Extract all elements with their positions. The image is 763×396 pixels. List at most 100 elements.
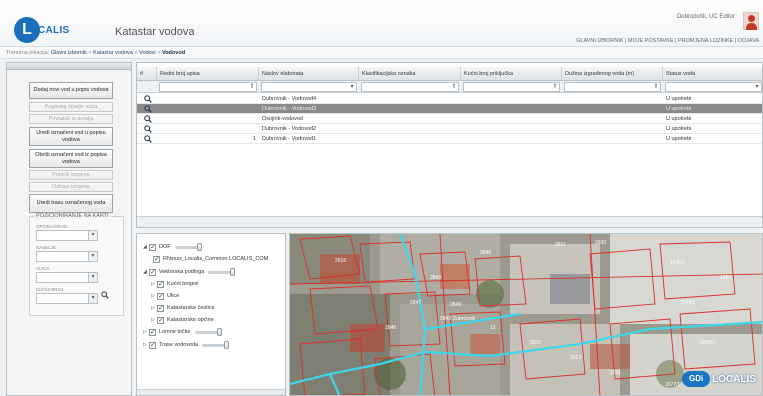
magnifier-icon[interactable] <box>144 115 152 123</box>
layer-checkbox[interactable] <box>157 304 164 314</box>
street-combo[interactable]: ▾ <box>36 272 98 283</box>
magnifier-icon[interactable] <box>144 125 152 133</box>
chevron-down-icon[interactable]: ▾ <box>88 252 97 261</box>
chevron-down-icon[interactable]: ▾ <box>88 231 97 240</box>
layer-checkbox[interactable] <box>149 243 156 253</box>
magnifier-icon[interactable] <box>144 95 152 103</box>
edit-selected-line-button[interactable]: Uredi označeni vod u popisu vodova <box>29 127 113 146</box>
filter-status[interactable]: ▾ <box>665 82 762 92</box>
slider-handle[interactable] <box>196 242 202 251</box>
slider-handle[interactable] <box>230 267 236 276</box>
localis-logo[interactable]: L CALIS <box>14 17 74 43</box>
breadcrumb-item-katastar[interactable]: Katastar vodova <box>93 50 133 56</box>
filter-icon[interactable]: ⇑ <box>551 83 559 91</box>
view-details-button[interactable]: Pogledaj detalje voda <box>29 102 113 112</box>
layer-label: Katastarske čestice <box>167 305 215 311</box>
search-icon[interactable] <box>101 291 109 299</box>
breadcrumb-item-main-menu[interactable]: Glavni izbornik <box>51 50 87 56</box>
layer-katastarske-cestice[interactable]: ▷ Katastarske čestice <box>151 303 215 314</box>
map-view[interactable]: 2631 2630 2845 2843 2847 2849 2846 12 28… <box>289 233 763 396</box>
filter-entry-number[interactable]: ⇑ <box>159 82 257 92</box>
column-header-house-number[interactable]: Kućni broj priključka <box>461 67 562 81</box>
horizontal-scrollbar[interactable] <box>137 389 285 395</box>
layer-label: Vektorska podloga <box>159 269 205 275</box>
chevron-down-icon[interactable]: ▾ <box>88 294 97 303</box>
chevron-down-icon[interactable]: ▾ <box>88 273 97 282</box>
opacity-slider[interactable] <box>194 327 222 336</box>
user-avatar-icon[interactable] <box>743 12 759 30</box>
cell-entry-number: 1 <box>252 136 256 142</box>
settlement-combo[interactable]: ▾ <box>36 251 98 262</box>
house-number-combo[interactable]: ▾ <box>36 293 98 304</box>
filter-icon[interactable]: ⇑ <box>652 83 660 91</box>
column-header-status[interactable]: Status voda <box>663 67 762 81</box>
filter-house-number[interactable]: ⇑ <box>463 82 560 92</box>
breadcrumb-item-vodovi[interactable]: Vodovi <box>139 50 156 56</box>
layer-checkbox[interactable] <box>157 292 164 302</box>
filter-icon[interactable]: ⇑ <box>450 83 458 91</box>
filter-classification[interactable]: ⇑ <box>361 82 459 92</box>
filter-length[interactable]: ⇑ <box>564 82 661 92</box>
layer-rnxxxx-common[interactable]: RNxxxx_Localis_Common.LOCALIS_COM <box>153 254 269 265</box>
column-header-title[interactable]: Naslov elaborata <box>259 67 359 81</box>
filter-icon[interactable]: ⇑ <box>248 83 256 91</box>
layer-dof[interactable]: ◢ DOF <box>143 242 202 253</box>
municipality-combo[interactable]: ▾ <box>36 230 98 241</box>
edit-route-button[interactable]: Uredi trasu označenog voda <box>29 194 113 213</box>
column-header-entry-number[interactable]: Redni broj upisa <box>157 67 259 81</box>
table-row-selected[interactable]: Dubrovnik - Vodovod3 U upotrebi <box>137 104 762 114</box>
magnifier-icon[interactable] <box>144 105 152 113</box>
layer-label: RNxxxx_Localis_Common.LOCALIS_COM <box>163 256 269 262</box>
top-links[interactable]: GLAVNI IZBORNIK | MOJE POSTAVKE | PROMJE… <box>576 38 759 44</box>
opacity-slider[interactable] <box>202 340 230 349</box>
layer-kucni-brojevi[interactable]: ▷ Kućni brojevi <box>151 279 199 290</box>
table-row[interactable]: Dubrovnik - Vodovod4 U upotrebi <box>137 94 762 104</box>
opacity-slider[interactable] <box>208 267 236 276</box>
parcel-label: 1677/1 <box>665 382 681 388</box>
column-header-length[interactable]: Dužina izgrađenog voda (m) <box>562 67 663 81</box>
layer-checkbox[interactable] <box>149 328 156 338</box>
delete-selected-line-button[interactable]: Obriši označeni vod iz popisa vodova <box>29 149 113 168</box>
discard-changes-button[interactable]: Odbaci izmjene <box>29 182 113 192</box>
layer-checkbox[interactable] <box>149 341 156 351</box>
magnifier-icon[interactable] <box>144 135 152 143</box>
layer-checkbox[interactable] <box>157 316 164 326</box>
user-welcome: Dobrodošli, UC Editor <box>676 14 735 20</box>
cell-classification <box>359 114 461 124</box>
chevron-down-icon[interactable]: ▾ <box>348 83 356 91</box>
layer-checkbox[interactable] <box>149 268 156 278</box>
actions-panel-header <box>7 63 131 70</box>
layer-checkbox[interactable] <box>157 280 164 290</box>
layer-katastarske-opcine[interactable]: ▷ Katastarske općine <box>151 315 214 326</box>
table-row[interactable]: Dubrovnik - Vodovod2 U upotrebi <box>137 124 762 134</box>
cell-entry-number <box>157 124 259 134</box>
slider-handle[interactable] <box>224 340 230 349</box>
add-water-line-button[interactable]: Dodaj novi vod u popis vodova <box>29 82 113 99</box>
confirm-changes-button[interactable]: Potvrdi izmjene <box>29 170 113 180</box>
layer-vektorska-podloga[interactable]: ◢ Vektorska podloga <box>143 267 236 278</box>
layer-lomne-tocke[interactable]: ▷ Lomne točke <box>143 327 222 338</box>
cell-classification <box>359 94 461 104</box>
layer-checkbox[interactable] <box>153 255 160 265</box>
parcel-label: 2630 <box>595 240 606 246</box>
cell-house-number <box>461 114 562 124</box>
layer-trase-vodovoda[interactable]: ▷ Trase vodovoda <box>143 340 230 351</box>
logo-circle-icon: L <box>14 17 40 43</box>
layer-label: Lomne točke <box>159 329 191 335</box>
slider-handle[interactable] <box>216 327 222 336</box>
back-from-details-button[interactable]: Povratak iz detalja <box>29 114 113 124</box>
opacity-slider[interactable] <box>174 242 202 251</box>
cell-length <box>562 94 663 104</box>
parcel-label: 2845 <box>480 250 491 256</box>
grid-footer <box>137 216 762 227</box>
column-header-classification[interactable]: Klasifikacijska oznaka <box>359 67 461 81</box>
filter-title[interactable]: ▾ <box>261 82 357 92</box>
table-row[interactable]: 1 Dubrovnik - Vodovod1 U upotrebi <box>137 134 762 144</box>
column-header-index[interactable]: # <box>137 67 157 81</box>
gdi-brand-text: LOCALIS <box>712 373 756 385</box>
layer-ulice[interactable]: ▷ Ulice <box>151 291 179 302</box>
chevron-down-icon[interactable]: ▾ <box>753 83 761 91</box>
table-row[interactable]: Osojnik-vodovod U upotrebi <box>137 114 762 124</box>
app-title: Katastar vodova <box>115 26 195 38</box>
cell-classification <box>359 134 461 144</box>
